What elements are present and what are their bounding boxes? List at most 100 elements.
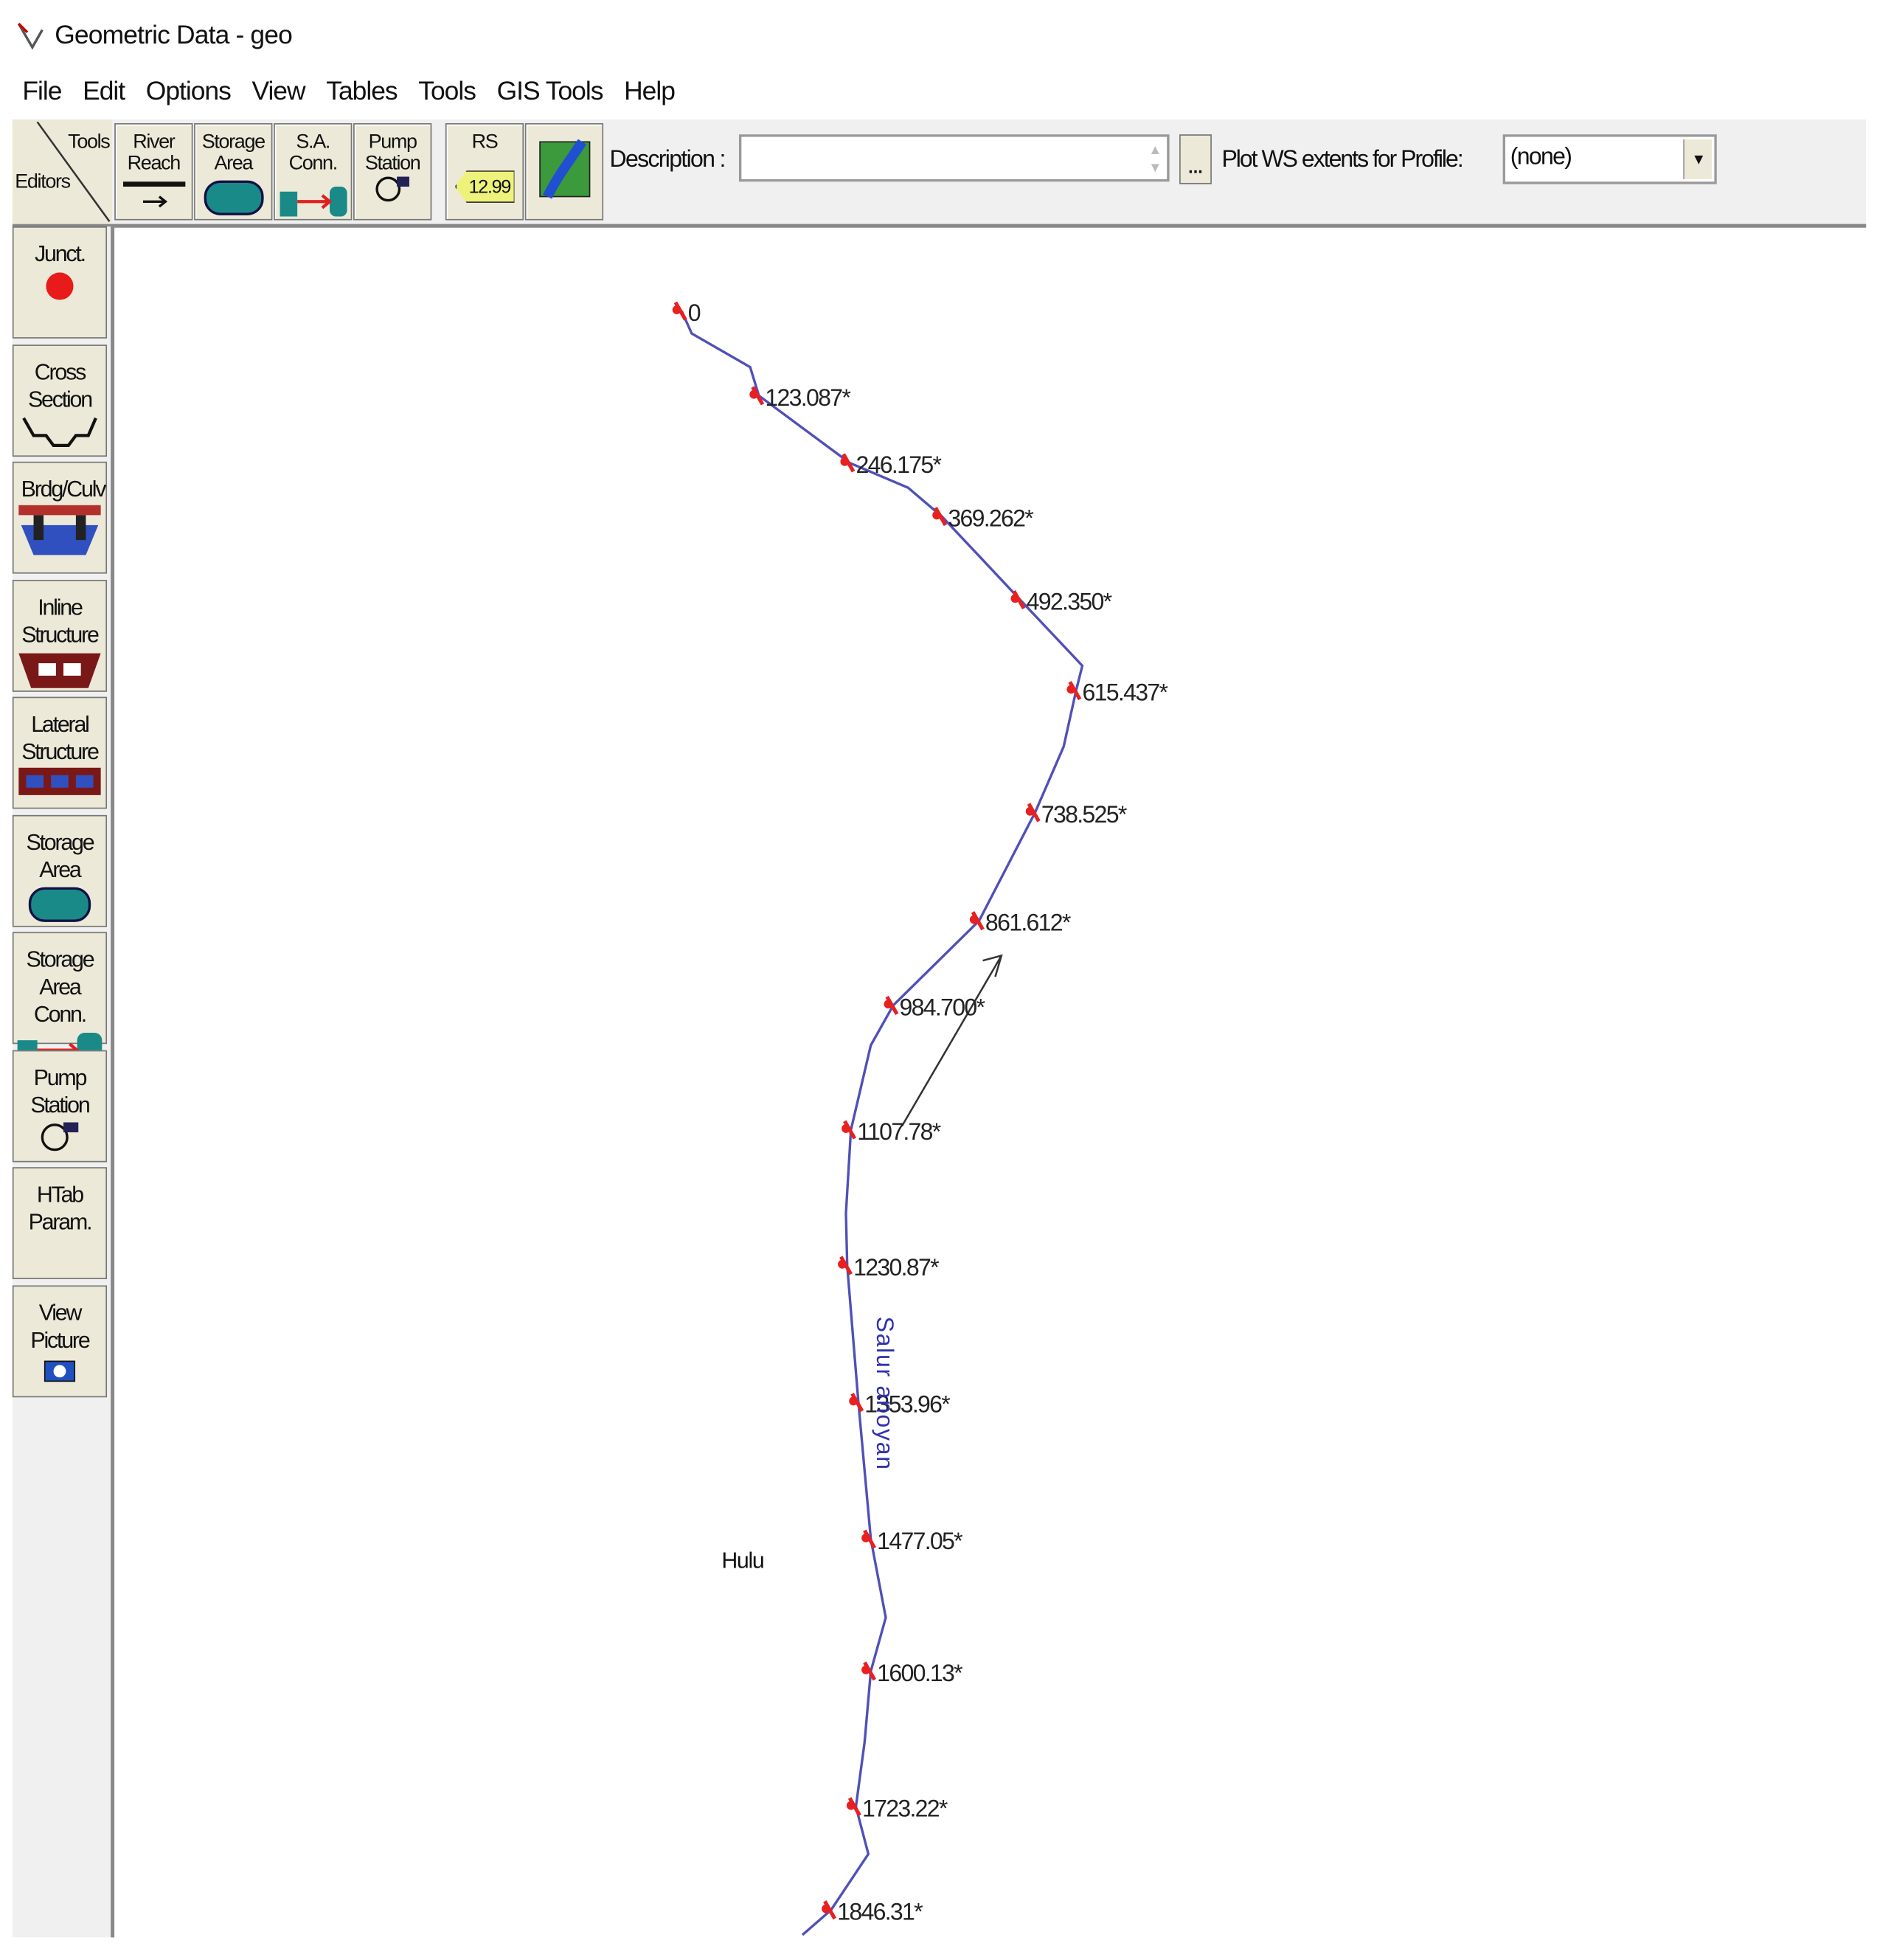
- description-ellipsis-button[interactable]: ...: [1179, 134, 1212, 184]
- menu-tools[interactable]: Tools: [418, 77, 476, 107]
- station-label[interactable]: 1723.22*: [862, 1795, 949, 1822]
- cross-section-dot: [861, 1665, 870, 1675]
- cross-section-dot: [1010, 594, 1020, 603]
- palette-button-pump-station[interactable]: Pump Station: [12, 1049, 108, 1162]
- map-layers-icon: [538, 139, 590, 199]
- station-label[interactable]: 492.350*: [1027, 589, 1114, 615]
- map-background-button[interactable]: [524, 122, 604, 221]
- button-label: S.A. Conn.: [288, 131, 339, 175]
- menu-options[interactable]: Options: [146, 77, 232, 107]
- rs-button[interactable]: RS 12.99: [445, 122, 524, 221]
- storage-area-icon: [203, 180, 263, 215]
- palette-label: Junct.: [35, 241, 86, 266]
- pump-station-button[interactable]: Pump Station: [353, 122, 432, 221]
- palette-button-junct[interactable]: Junct.: [12, 226, 108, 339]
- cross-section-dot: [849, 1396, 858, 1406]
- title-bar: Geometric Data - geo: [15, 20, 293, 52]
- palette-label: Cross Section: [27, 359, 93, 412]
- menu-edit[interactable]: Edit: [83, 77, 125, 107]
- palette-label: Storage Area Conn.: [26, 946, 94, 1027]
- storage-area-button[interactable]: Storage Area: [194, 122, 273, 221]
- geometric-data-window: Geometric Data - geo File Edit Options V…: [0, 0, 1891, 1960]
- palette-label: Brdg/Culv: [21, 477, 107, 502]
- palette-button-htab-param[interactable]: HTab Param.: [12, 1167, 108, 1280]
- cross-section-dot: [884, 1000, 893, 1009]
- palette-button-brdg-culv[interactable]: Brdg/Culv: [12, 461, 108, 574]
- palette-button-lateral-structure[interactable]: Lateral Structure: [12, 696, 108, 809]
- description-input[interactable]: ▲ ▼: [738, 134, 1170, 182]
- cross-section-dot: [840, 457, 850, 466]
- menu-file[interactable]: File: [22, 77, 62, 107]
- description-spinner[interactable]: ▲ ▼: [1148, 142, 1162, 176]
- cross-section-dot: [1066, 685, 1076, 694]
- palette-label: Storage Area: [26, 829, 94, 882]
- station-label[interactable]: 1107.78*: [857, 1118, 942, 1145]
- inline-structure-icon: [14, 648, 106, 696]
- plot-ws-label: Plot WS extents for Profile:: [1221, 147, 1463, 173]
- editor-palette: Junct. Cross Section Brdg/Culv Inline Struc…: [12, 226, 115, 1938]
- sa-connection-icon: [279, 187, 347, 217]
- button-label: Pump Station: [364, 131, 421, 175]
- app-icon: [17, 22, 44, 50]
- cross-section-dot: [822, 1904, 830, 1914]
- sa-conn-button[interactable]: S.A. Conn.: [274, 122, 353, 221]
- station-label[interactable]: 1230.87*: [853, 1254, 940, 1281]
- palette-label: Lateral Structure: [21, 711, 100, 764]
- bridge-culvert-icon: [14, 502, 106, 564]
- station-label[interactable]: 369.262*: [948, 505, 1035, 532]
- profile-selected-value: (none): [1510, 144, 1572, 171]
- palette-button-inline-structure[interactable]: Inline Structure: [12, 579, 108, 692]
- station-label[interactable]: 861.612*: [985, 910, 1072, 936]
- palette-button-cross-section[interactable]: Cross Section: [12, 344, 108, 457]
- station-label[interactable]: 738.525*: [1041, 801, 1128, 828]
- palette-label: Pump Station: [30, 1064, 90, 1117]
- storage-area-icon: [14, 883, 106, 932]
- cross-section-dot: [838, 1259, 847, 1269]
- cross-section-icon: [14, 412, 106, 456]
- profile-select[interactable]: (none) ▼: [1502, 134, 1717, 184]
- river-schematic[interactable]: 0 123.087* 246.175*369.262* 492.350* 615.437…: [114, 229, 1866, 1937]
- camera-icon: [14, 1353, 106, 1389]
- palette-button-storage-area[interactable]: Storage Area: [12, 814, 108, 927]
- lateral-structure-icon: [14, 765, 106, 803]
- button-label: River Reach: [127, 131, 181, 175]
- menu-gis-tools[interactable]: GIS Tools: [497, 77, 604, 107]
- cross-section-dot: [842, 1124, 850, 1133]
- cross-section-dot: [1025, 806, 1035, 816]
- station-label[interactable]: 246.175*: [856, 451, 943, 478]
- river-reach-button[interactable]: River Reach: [114, 122, 193, 221]
- editors-label: Editors: [15, 171, 71, 193]
- station-label[interactable]: 0: [688, 299, 702, 326]
- station-label[interactable]: 1846.31*: [837, 1899, 924, 1925]
- river-reach-icon: [122, 181, 185, 208]
- window-title: Geometric Data - geo: [55, 21, 293, 50]
- menu-view[interactable]: View: [251, 77, 305, 107]
- palette-button-storage-area-conn[interactable]: Storage Area Conn.: [12, 932, 108, 1065]
- station-label[interactable]: 615.437*: [1083, 679, 1170, 706]
- palette-button-view-picture[interactable]: View Picture: [12, 1284, 108, 1397]
- menu-tables[interactable]: Tables: [326, 77, 398, 107]
- cross-section-dot: [969, 915, 979, 924]
- menu-help[interactable]: Help: [624, 77, 676, 107]
- menu-bar: File Edit Options View Tables Tools GIS …: [22, 77, 676, 107]
- rs-tag-icon: 12.99: [454, 170, 515, 203]
- description-label: Description :: [609, 147, 726, 173]
- toolbar: Tools Editors River Reach Storage Area S…: [12, 119, 1867, 228]
- palette-label: View Picture: [30, 1299, 90, 1352]
- station-label[interactable]: 984.700*: [900, 994, 987, 1020]
- cross-section-dot: [861, 1533, 870, 1542]
- schematic-canvas[interactable]: 0 123.087* 246.175* 369.262* 492.350* 615.437…: [114, 229, 1867, 1938]
- cross-section-dot: [846, 1801, 856, 1810]
- station-label[interactable]: 1600.13*: [877, 1660, 964, 1686]
- tools-editors-corner: Tools Editors: [12, 119, 112, 224]
- chevron-down-icon[interactable]: ▼: [1683, 139, 1713, 179]
- cross-section-dot: [672, 305, 681, 314]
- station-label[interactable]: 123.087*: [765, 384, 852, 411]
- reach-label[interactable]: Hulu: [721, 1548, 764, 1573]
- palette-label: HTab Param.: [28, 1182, 93, 1235]
- station-label[interactable]: 1477.05*: [877, 1528, 964, 1554]
- button-label: Storage Area: [201, 131, 266, 175]
- cross-section-dot: [749, 389, 759, 399]
- river-name-label[interactable]: Salur anoyan: [872, 1317, 898, 1471]
- palette-label: Inline Structure: [21, 594, 100, 647]
